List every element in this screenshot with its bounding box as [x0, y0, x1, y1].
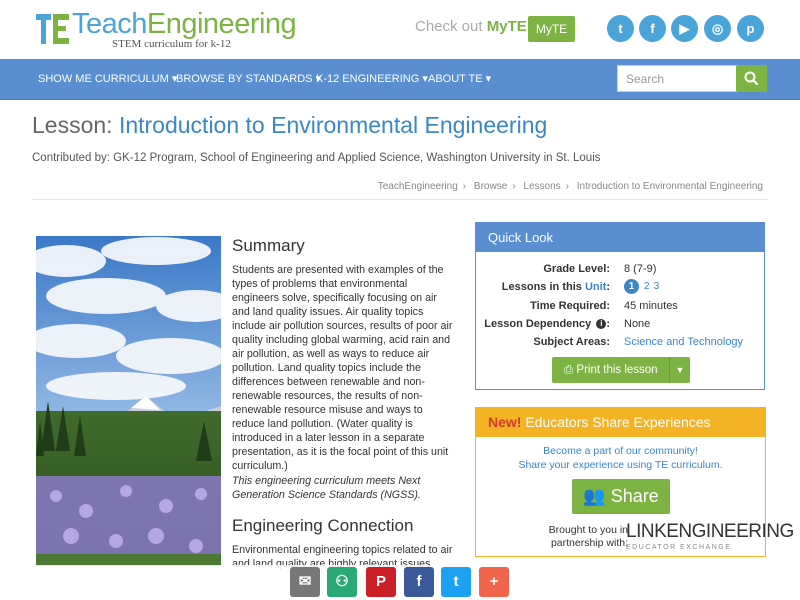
- quick-look-panel: Quick Look Grade Level: 8 (7-9) Lessons …: [475, 222, 765, 390]
- main-nav: SHOW ME CURRICULUM ▾ BROWSE BY STANDARDS…: [0, 59, 800, 100]
- summary-text: Students are presented with examples of …: [232, 264, 453, 472]
- caret-down-icon: ▼: [675, 365, 685, 375]
- divider: [32, 199, 768, 200]
- educators-share-panel: New! Educators Share Experiences Become …: [475, 407, 794, 557]
- twitter-icon[interactable]: t: [607, 15, 634, 42]
- share-group-icon[interactable]: ⚇: [327, 567, 357, 597]
- info-icon[interactable]: i: [596, 319, 607, 330]
- email-icon[interactable]: ✉: [290, 567, 320, 597]
- lesson-number-link[interactable]: 2: [644, 281, 650, 292]
- brand-tagline: STEM curriculum for k-12: [112, 38, 231, 50]
- breadcrumb-link[interactable]: TeachEngineering: [378, 181, 458, 192]
- linkengineering-logo[interactable]: LINKENGINEERING EDUCATOR EXCHANGE: [626, 521, 794, 551]
- nav-show-me-curriculum[interactable]: SHOW ME CURRICULUM ▾: [38, 59, 177, 99]
- floating-share-bar: ✉ ⚇ P f t +: [0, 565, 800, 600]
- print-icon: ⎙: [564, 364, 574, 376]
- brought-by-text: Brought to you in partnership with:: [548, 524, 628, 549]
- facebook-icon[interactable]: f: [404, 567, 434, 597]
- educators-share-heading: New! Educators Share Experiences: [476, 408, 765, 437]
- print-options-dropdown[interactable]: ▼: [669, 357, 690, 383]
- youtube-icon[interactable]: ▶: [671, 15, 698, 42]
- share-experience-text: Share your experience using TE curriculu…: [518, 459, 723, 471]
- nav-about-te[interactable]: ABOUT TE ▾: [428, 59, 491, 99]
- instagram-icon[interactable]: ◎: [704, 15, 731, 42]
- te-logo-icon: [36, 14, 69, 44]
- time-required-label: Time Required:: [530, 300, 610, 312]
- twitter-icon[interactable]: t: [441, 567, 471, 597]
- lesson-photo: [36, 236, 221, 566]
- page-title: Lesson: Introduction to Environmental En…: [32, 112, 548, 138]
- lesson-number-current: 1: [624, 279, 639, 294]
- nav-k12-engineering[interactable]: K-12 ENGINEERING ▾: [316, 59, 428, 99]
- community-invite-text: Become a part of our community!: [543, 445, 698, 457]
- grade-level-label: Grade Level:: [543, 263, 610, 275]
- site-header: TeachEngineering STEM curriculum for k-1…: [0, 0, 800, 58]
- summary-heading: Summary: [232, 236, 305, 255]
- lesson-dependency-label: Lesson Dependency i:: [484, 318, 610, 330]
- lessons-in-unit-label: Lessons in this Unit:: [501, 281, 610, 293]
- grade-level-value: 8 (7-9): [624, 263, 657, 275]
- time-required-value: 45 minutes: [624, 300, 678, 312]
- checkout-myte-text: Check out MyTE: [415, 18, 527, 35]
- nav-browse-by-standards[interactable]: BROWSE BY STANDARDS ▾: [176, 59, 321, 99]
- contributed-by: Contributed by: GK-12 Program, School of…: [32, 152, 601, 164]
- pinterest-icon[interactable]: p: [737, 15, 764, 42]
- subject-areas-link[interactable]: Science and Technology: [624, 336, 743, 348]
- print-lesson-button[interactable]: ⎙ Print this lesson ▼: [552, 357, 690, 383]
- breadcrumb: TeachEngineering › Browse › Lessons › Intro…: [377, 181, 763, 192]
- facebook-icon[interactable]: f: [639, 15, 666, 42]
- ngss-note: This engineering curriculum meets Next G…: [232, 475, 421, 501]
- users-icon: 👥: [583, 486, 606, 506]
- subject-areas-label: Subject Areas:: [533, 336, 610, 348]
- more-icon[interactable]: +: [479, 567, 509, 597]
- breadcrumb-link[interactable]: Browse: [474, 181, 507, 192]
- breadcrumb-link[interactable]: Lessons: [523, 181, 560, 192]
- search-button[interactable]: [736, 65, 767, 92]
- pinterest-icon[interactable]: P: [366, 567, 396, 597]
- share-button[interactable]: 👥 Share: [572, 479, 670, 514]
- breadcrumb-current: Introduction to Environmental Engineerin…: [576, 181, 763, 192]
- lesson-number-link[interactable]: 3: [654, 281, 660, 292]
- engineering-connection-heading: Engineering Connection: [232, 516, 414, 535]
- chevron-down-icon: ▾: [485, 73, 492, 85]
- lesson-dependency-value: None: [624, 318, 651, 330]
- quick-look-heading: Quick Look: [476, 223, 764, 252]
- search-input[interactable]: [617, 65, 741, 92]
- unit-link[interactable]: Unit: [585, 281, 606, 293]
- search-icon: [744, 71, 759, 86]
- myte-button[interactable]: MyTE: [528, 16, 575, 42]
- lesson-numbers: 123: [624, 279, 663, 294]
- brand-wordmark: TeachEngineering: [72, 8, 297, 40]
